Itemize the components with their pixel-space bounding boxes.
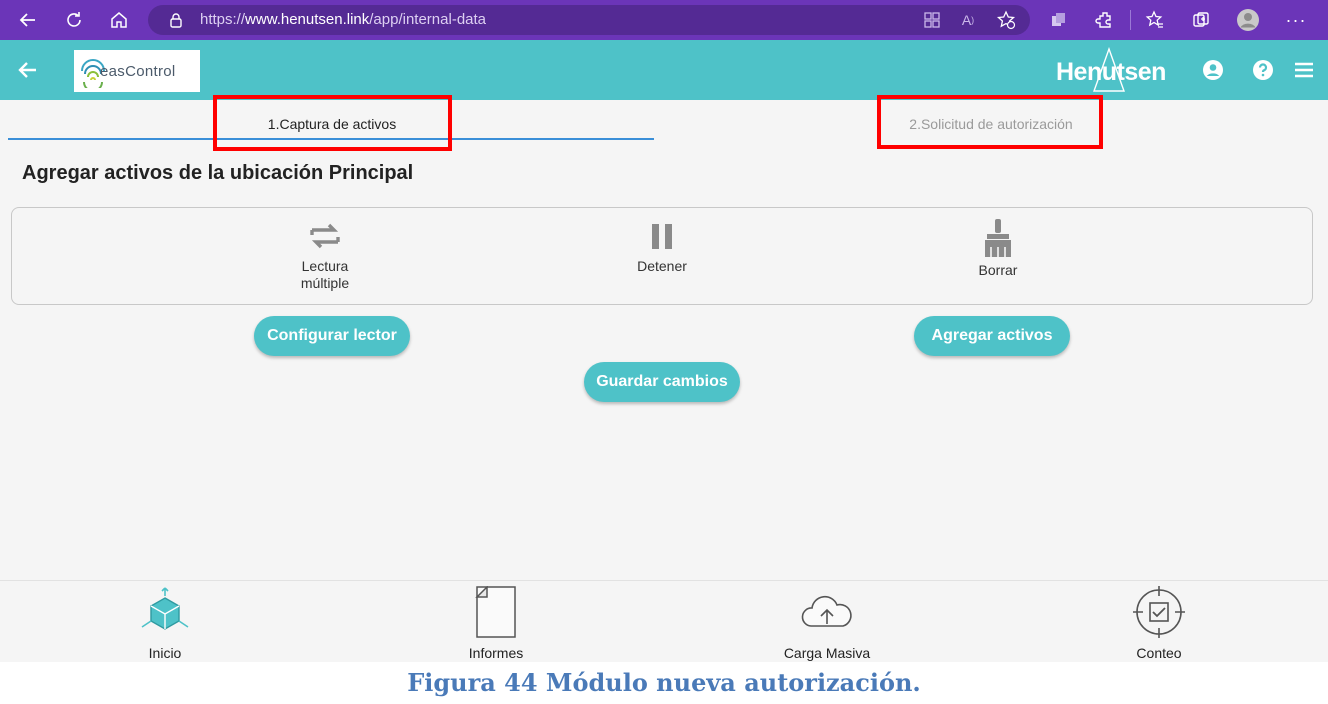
figure-caption: Figura 44 Módulo nueva autorización.: [407, 668, 921, 697]
browser-toolbar: https://www.henutsen.link/app/internal-d…: [0, 0, 1328, 40]
back-icon[interactable]: [16, 8, 40, 32]
home-icon[interactable]: [107, 8, 131, 32]
tool-label: Detener: [637, 258, 687, 274]
nav-label: Inicio: [148, 645, 182, 661]
more-menu-icon[interactable]: ···: [1284, 8, 1308, 32]
favorite-add-icon[interactable]: [994, 8, 1018, 32]
app-back-icon[interactable]: [16, 58, 40, 82]
add-assets-button[interactable]: Agregar activos: [914, 316, 1070, 356]
hamburger-menu-icon[interactable]: [1292, 58, 1316, 82]
address-bar[interactable]: https://www.henutsen.link/app/internal-d…: [148, 5, 1030, 35]
profile-avatar-icon[interactable]: [1236, 8, 1260, 32]
app-available-icon[interactable]: [920, 8, 944, 32]
tool-label-line2: múltiple: [300, 275, 350, 291]
highlight-box-tab2: [877, 95, 1103, 149]
nav-label: Carga Masiva: [783, 645, 871, 661]
collections-icon[interactable]: [1047, 8, 1071, 32]
brand-name: Henutsen: [1056, 58, 1166, 86]
nav-label: Informes: [468, 645, 524, 661]
read-aloud-icon[interactable]: A): [956, 8, 980, 32]
help-icon[interactable]: [1251, 58, 1275, 82]
save-changes-button[interactable]: Guardar cambios: [584, 362, 740, 402]
pause-icon: [652, 224, 672, 249]
repeat-icon: [310, 223, 340, 249]
url-path: /app/internal-data: [369, 11, 487, 28]
tab-collections-icon[interactable]: [1189, 8, 1213, 32]
company-logo: easControl: [74, 50, 200, 92]
url-text: https://www.henutsen.link/app/internal-d…: [200, 11, 486, 28]
target-check-icon: [1133, 586, 1185, 638]
lock-icon[interactable]: [164, 8, 188, 32]
nav-item-informes[interactable]: Informes: [421, 585, 571, 661]
page-title: Agregar activos de la ubicación Principa…: [22, 162, 414, 184]
nav-item-conteo[interactable]: Conteo: [1084, 586, 1234, 661]
tool-stop[interactable]: Detener: [592, 218, 732, 275]
cloud-upload-icon: [801, 595, 852, 627]
nav-label: Conteo: [1136, 645, 1182, 661]
user-account-icon[interactable]: [1201, 58, 1225, 82]
broom-icon: [985, 219, 1011, 257]
logo-text: easControl: [100, 63, 176, 80]
url-host: www.henutsen.link: [245, 11, 370, 28]
tool-clear[interactable]: Borrar: [928, 218, 1068, 279]
favorites-icon[interactable]: [1143, 8, 1167, 32]
tool-label: Borrar: [978, 262, 1018, 278]
tool-label-line1: Lectura: [301, 258, 349, 274]
cube-icon: [141, 587, 189, 630]
nav-item-inicio[interactable]: Inicio: [90, 586, 240, 661]
extensions-icon[interactable]: [1093, 8, 1117, 32]
configure-reader-button[interactable]: Configurar lector: [254, 316, 410, 356]
refresh-icon[interactable]: [62, 8, 86, 32]
url-prefix: https://: [200, 11, 246, 28]
tool-multiple-read[interactable]: Lectura múltiple: [255, 218, 395, 292]
highlight-box-tab1: [213, 95, 452, 151]
screenshot-root: https://www.henutsen.link/app/internal-d…: [0, 0, 1328, 704]
nav-item-carga-masiva[interactable]: Carga Masiva: [752, 586, 902, 661]
toolbar-divider: [1130, 10, 1131, 30]
document-icon: [475, 585, 516, 638]
